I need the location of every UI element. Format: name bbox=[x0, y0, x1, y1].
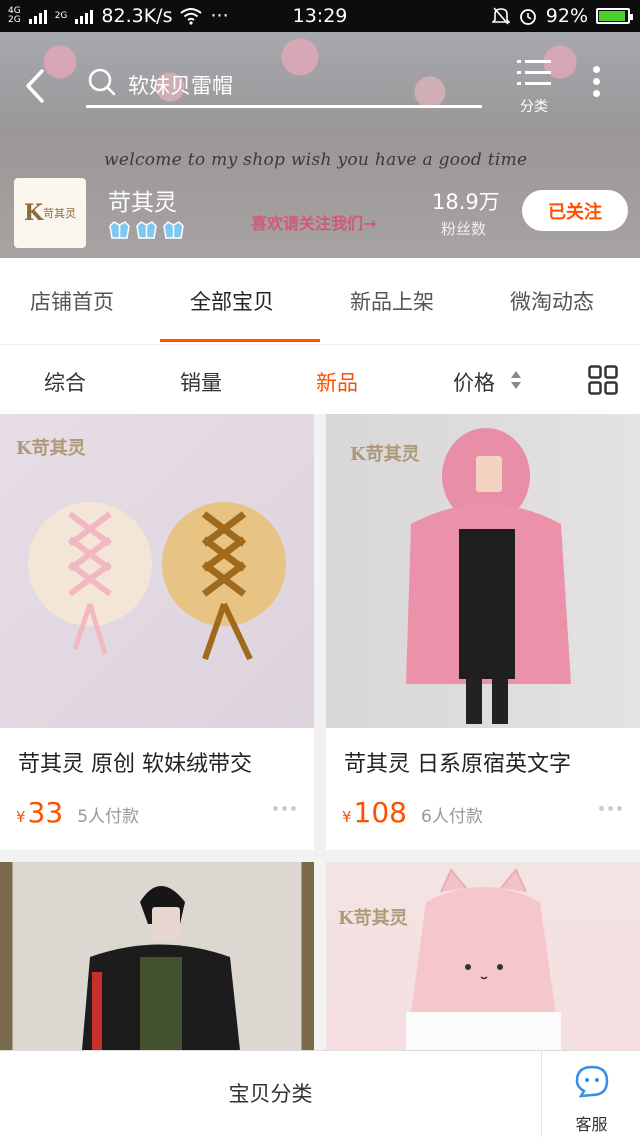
shop-logo-letter: K bbox=[23, 200, 44, 226]
currency-symbol: ¥ bbox=[342, 808, 352, 826]
product-image[interactable]: K苛其灵 bbox=[326, 862, 640, 1050]
fans-label: 粉丝数 bbox=[441, 220, 487, 238]
shop-name: 苛其灵 bbox=[108, 190, 177, 216]
search-bar[interactable]: 软妹贝雷帽 bbox=[86, 60, 482, 108]
product-image[interactable] bbox=[0, 862, 314, 1050]
grid-view-icon[interactable] bbox=[588, 365, 618, 395]
sort-sales[interactable]: 销量 bbox=[180, 367, 222, 397]
product-card[interactable]: K苛其灵 苛其灵 日系原宿英文字 ¥ 108 6人付款 bbox=[326, 414, 640, 850]
product-card[interactable] bbox=[0, 862, 314, 1050]
status-right: 92% bbox=[491, 0, 633, 32]
product-price: 33 bbox=[27, 796, 64, 829]
bottom-bar: 宝贝分类 客服 bbox=[0, 1050, 640, 1137]
tab-new-arrivals[interactable]: 新品上架 bbox=[350, 286, 434, 316]
mute-bell-icon bbox=[491, 7, 510, 25]
battery-percent: 92% bbox=[545, 5, 588, 27]
welcome-text: welcome to my shop wish you have a good … bbox=[104, 150, 528, 170]
shop-page: 4G 2G 2G 82.3K/s ··· 13:29 92% 软妹贝雷帽 分类 … bbox=[0, 0, 640, 1137]
active-tab-indicator bbox=[160, 339, 320, 342]
product-image[interactable]: K苛其灵 bbox=[0, 414, 314, 728]
customer-service-label: 客服 bbox=[575, 1115, 608, 1134]
product-card[interactable]: K苛其灵 苛其灵 原创 软妹绒带交 ¥ 33 5人付款 bbox=[0, 414, 314, 850]
coat-illustration bbox=[82, 886, 240, 1050]
beret-illustration bbox=[28, 502, 286, 661]
shop-rating bbox=[108, 218, 185, 241]
product-title[interactable]: 苛其灵 原创 软妹绒带交 bbox=[18, 746, 252, 778]
tab-all-items[interactable]: 全部宝贝 bbox=[190, 286, 274, 316]
category-button[interactable]: 分类 bbox=[512, 58, 556, 116]
more-icon[interactable] bbox=[584, 66, 608, 102]
banner-text: 喜欢请关注我们→ bbox=[251, 214, 377, 233]
currency-symbol: ¥ bbox=[16, 808, 26, 826]
shop-tabs: 店铺首页 全部宝贝 新品上架 微淘动态 bbox=[0, 258, 640, 344]
shop-logo-subtext: 苛其灵 bbox=[43, 207, 77, 220]
sort-arrows-icon bbox=[511, 371, 521, 389]
search-query[interactable]: 软妹贝雷帽 bbox=[128, 70, 233, 100]
fans-count: 18.9万 bbox=[432, 190, 500, 214]
product-price: 108 bbox=[353, 796, 407, 829]
list-icon bbox=[517, 60, 551, 85]
battery-fill bbox=[599, 11, 625, 21]
sort-comprehensive[interactable]: 综合 bbox=[44, 367, 86, 397]
cat-hoodie-illustration bbox=[406, 868, 561, 1050]
sort-price[interactable]: 价格 bbox=[453, 367, 495, 397]
item-category-button[interactable]: 宝贝分类 bbox=[0, 1051, 542, 1137]
jacket-illustration bbox=[406, 428, 571, 724]
follow-button[interactable]: 已关注 bbox=[522, 190, 628, 231]
price-row: ¥ 33 5人付款 bbox=[16, 796, 139, 836]
product-card[interactable]: K苛其灵 bbox=[326, 862, 640, 1050]
customer-service-button[interactable]: 客服 bbox=[543, 1051, 640, 1137]
product-image[interactable]: K苛其灵 bbox=[326, 414, 640, 728]
tab-weitao[interactable]: 微淘动态 bbox=[510, 286, 594, 316]
sales-count: 6人付款 bbox=[421, 807, 483, 827]
card-more-icon[interactable] bbox=[273, 806, 296, 811]
tab-home[interactable]: 店铺首页 bbox=[30, 286, 114, 316]
sort-bar: 综合 销量 新品 价格 bbox=[0, 344, 640, 414]
status-bar: 4G 2G 2G 82.3K/s ··· 13:29 92% bbox=[0, 0, 640, 32]
product-title[interactable]: 苛其灵 日系原宿英文字 bbox=[344, 746, 571, 778]
crown-icon bbox=[136, 221, 157, 239]
category-label: 分类 bbox=[520, 99, 548, 115]
shop-logo[interactable]: K 苛其灵 bbox=[14, 178, 86, 248]
chat-bubble-icon bbox=[575, 1065, 609, 1098]
search-icon bbox=[88, 68, 116, 96]
sales-count: 5人付款 bbox=[77, 807, 140, 827]
back-icon[interactable] bbox=[20, 68, 50, 104]
sort-newest[interactable]: 新品 bbox=[316, 367, 358, 397]
price-row: ¥ 108 6人付款 bbox=[342, 796, 483, 836]
alarm-icon bbox=[519, 9, 536, 25]
crown-icon bbox=[109, 221, 130, 239]
crown-icon bbox=[163, 221, 184, 239]
card-more-icon[interactable] bbox=[599, 806, 622, 811]
battery-icon bbox=[596, 8, 633, 24]
